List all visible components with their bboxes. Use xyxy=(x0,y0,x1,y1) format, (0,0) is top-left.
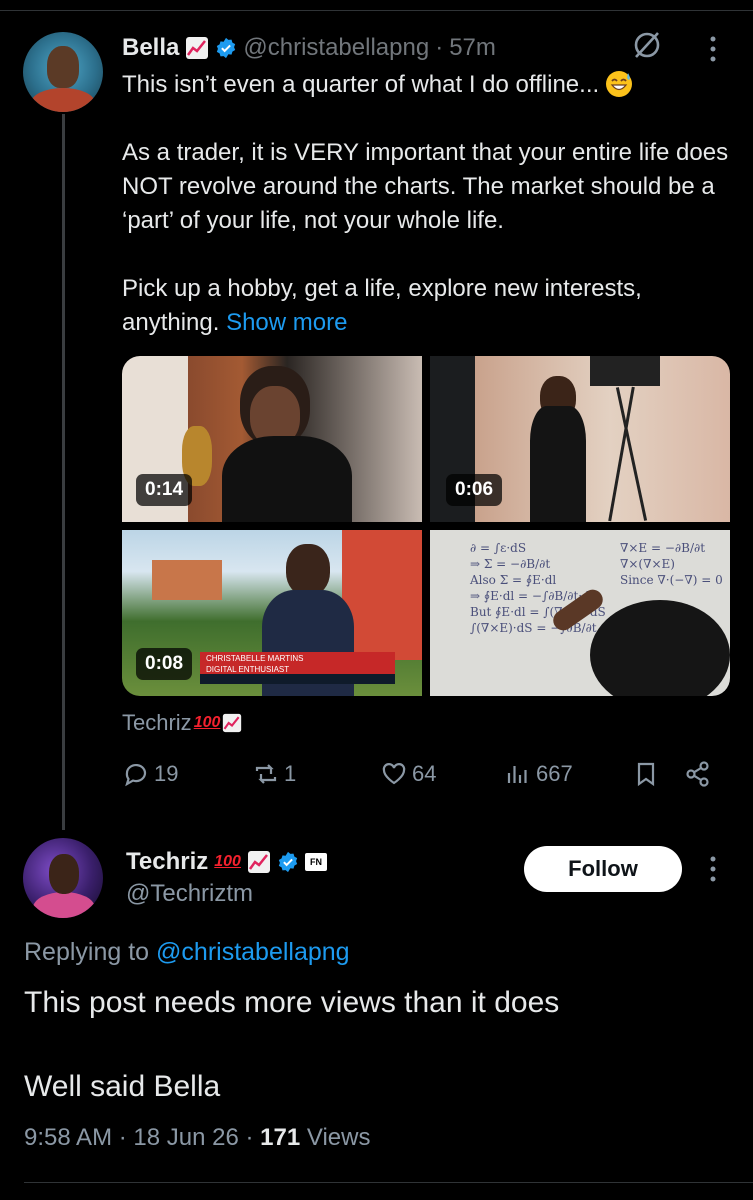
avatar-face xyxy=(49,854,79,894)
display-name[interactable]: Techriz xyxy=(126,848,208,876)
share-icon xyxy=(686,761,709,787)
video-thumbnail-2[interactable]: 0:06 xyxy=(430,356,730,522)
handle[interactable]: @christabellapng xyxy=(243,34,429,62)
avatar[interactable] xyxy=(23,32,103,112)
replying-to-handle[interactable]: @christabellapng xyxy=(156,938,350,966)
chart-increasing-emoji-icon xyxy=(247,851,270,873)
post-paragraph-3: Pick up a hobby, get a life, explore new… xyxy=(122,275,642,336)
replying-to: Replying to @christabellapng xyxy=(24,938,350,967)
reply-time[interactable]: 9:58 AM xyxy=(24,1124,112,1151)
bottom-divider xyxy=(24,1182,753,1183)
media-grid: 0:14 0:06 CHRISTABELLE MARTINS DIGITAL E… xyxy=(122,356,730,696)
verified-badge-icon xyxy=(278,851,298,873)
chart-increasing-emoji-icon xyxy=(223,713,242,733)
post-paragraph-2: As a trader, it is VERY important that y… xyxy=(122,139,729,234)
share-action[interactable] xyxy=(684,760,712,788)
video-thumbnail-3[interactable]: CHRISTABELLE MARTINS DIGITAL ENTHUSIAST … xyxy=(122,530,422,696)
like-count: 64 xyxy=(412,761,437,786)
chart-increasing-emoji-icon xyxy=(186,37,209,59)
post-line-1: This isn’t even a quarter of what I do o… xyxy=(122,71,600,98)
bookmark-action[interactable] xyxy=(632,760,660,788)
grinning-sweat-emoji-icon xyxy=(606,71,633,97)
avatar-shoulders xyxy=(31,88,95,112)
reply-date[interactable]: 18 Jun 26 xyxy=(133,1124,238,1151)
affiliate-badge-icon[interactable]: FN xyxy=(304,853,327,871)
heart-icon xyxy=(382,763,406,785)
like-action[interactable]: 64 xyxy=(380,760,436,788)
more-options-icon[interactable] xyxy=(706,34,720,64)
bookmark-icon xyxy=(637,762,655,787)
separator-dot: · xyxy=(118,1124,127,1151)
repost-action[interactable]: 1 xyxy=(252,760,296,788)
views-count: 667 xyxy=(536,761,573,786)
reply-views-label: Views xyxy=(306,1124,371,1151)
reply-header: Techriz 100 FN xyxy=(126,846,327,878)
avatar[interactable] xyxy=(23,838,103,918)
separator-dot: · xyxy=(245,1124,254,1151)
post-text: This isn’t even a quarter of what I do o… xyxy=(122,68,732,340)
reply-count: 19 xyxy=(154,761,179,786)
display-name[interactable]: Bella xyxy=(122,34,179,62)
post-header: Bella @christabellapng · 57m xyxy=(122,32,496,64)
top-divider xyxy=(0,10,753,11)
media-credit[interactable]: Techriz 100 xyxy=(122,710,242,736)
reply-views-count: 171 xyxy=(260,1124,301,1151)
video-duration: 0:06 xyxy=(446,474,503,506)
video-duration: 0:08 xyxy=(136,648,193,680)
separator-dot: · xyxy=(435,34,444,61)
credit-name: Techriz xyxy=(122,710,192,735)
repost-icon xyxy=(255,764,277,784)
avatar-face xyxy=(47,46,79,88)
lower-third-banner: CHRISTABELLE MARTINS DIGITAL ENTHUSIAST xyxy=(200,652,395,674)
reply-meta: 9:58 AM · 18 Jun 26 · 171 Views xyxy=(24,1124,370,1152)
whiteboard-equations: ∂ = ∫ε·dS ⇒ Σ = −∂B/∂t Also Σ = ∮E·dl ⇒ ∮E·… xyxy=(470,541,606,635)
action-bar: 19 1 64 667 xyxy=(122,760,722,800)
lower-third-strip xyxy=(200,674,395,684)
avatar-shoulders xyxy=(33,892,95,918)
handle[interactable]: @Techriztm xyxy=(126,880,253,908)
grok-icon[interactable] xyxy=(630,28,664,62)
video-thumbnail-1[interactable]: 0:14 xyxy=(122,356,422,522)
repost-count: 1 xyxy=(284,761,297,786)
thread-connector-line xyxy=(62,114,65,830)
reply-text-line-1: This post needs more views than it does xyxy=(24,986,560,1019)
more-options-icon[interactable] xyxy=(706,854,720,884)
views-bar-chart-icon xyxy=(507,766,527,783)
replying-to-label: Replying to xyxy=(24,938,150,966)
hundred-points-emoji-icon: 100 xyxy=(214,853,241,870)
views-action[interactable]: 667 xyxy=(504,760,573,788)
reply-icon xyxy=(125,763,147,787)
lower-third-name: CHRISTABELLE MARTINS xyxy=(206,654,304,663)
verified-badge-icon xyxy=(217,37,236,59)
video-duration: 0:14 xyxy=(136,474,193,506)
timestamp[interactable]: 57m xyxy=(449,34,496,62)
reply-action[interactable]: 19 xyxy=(122,760,178,788)
image-thumbnail-4[interactable]: ∂ = ∫ε·dS ⇒ Σ = −∂B/∂t Also Σ = ∮E·dl ⇒ ∮E·… xyxy=(430,530,730,696)
follow-button[interactable]: Follow xyxy=(524,846,682,892)
hundred-points-emoji-icon: 100 xyxy=(193,714,221,731)
reply-text-line-2: Well said Bella xyxy=(24,1070,221,1103)
show-more-link[interactable]: Show more xyxy=(226,309,347,336)
